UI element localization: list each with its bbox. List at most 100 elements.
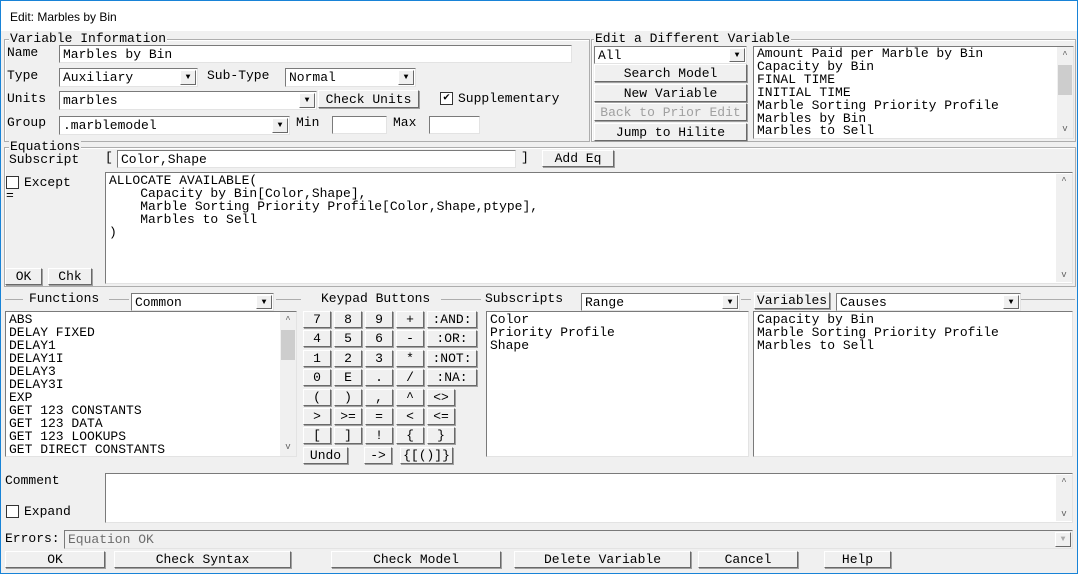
chevron-down-icon[interactable]: ▼ bbox=[180, 70, 196, 85]
scroll-thumb[interactable] bbox=[1058, 65, 1072, 95]
keypad-key[interactable]: 5 bbox=[334, 330, 362, 348]
keypad-key[interactable]: 4 bbox=[303, 330, 331, 348]
keypad-key[interactable]: :AND: bbox=[427, 311, 477, 328]
functions-category-select[interactable]: Common ▼ bbox=[131, 293, 274, 311]
units-input[interactable]: marbles ▼ bbox=[59, 91, 317, 110]
keypad-key[interactable]: 6 bbox=[365, 330, 393, 348]
chevron-down-icon[interactable]: ▼ bbox=[256, 295, 272, 309]
jump-to-hilite-button[interactable]: Jump to Hilite bbox=[594, 123, 747, 141]
keypad-key[interactable]: ) bbox=[334, 388, 362, 406]
keypad-key[interactable]: <= bbox=[427, 408, 455, 425]
chevron-down-icon[interactable]: ▼ bbox=[1003, 295, 1019, 309]
list-item[interactable]: Marbles to Sell bbox=[757, 339, 1069, 352]
keypad-key[interactable]: <> bbox=[427, 388, 455, 406]
check-model-button[interactable]: Check Model bbox=[331, 551, 501, 568]
arrow-button[interactable]: -> bbox=[364, 447, 392, 464]
scroll-up-icon[interactable]: ^ bbox=[1056, 176, 1072, 186]
new-variable-button[interactable]: New Variable bbox=[594, 84, 747, 102]
scroll-up-icon[interactable]: ^ bbox=[280, 314, 296, 327]
scroll-down-icon[interactable]: v bbox=[1057, 123, 1073, 136]
help-button[interactable]: Help bbox=[824, 551, 891, 568]
subscripts-mode-select[interactable]: Range ▼ bbox=[581, 293, 740, 311]
keypad-key[interactable]: E bbox=[334, 369, 362, 387]
keypad-key[interactable]: [ bbox=[303, 427, 331, 445]
subscript-input[interactable]: Color,Shape bbox=[117, 150, 516, 168]
name-input[interactable]: Marbles by Bin bbox=[59, 45, 572, 63]
back-to-prior-edit-button[interactable]: Back to Prior Edit bbox=[594, 103, 747, 121]
expand-checkbox[interactable] bbox=[6, 505, 19, 518]
keypad-key[interactable]: 0 bbox=[303, 369, 331, 387]
keypad-key[interactable]: :NOT: bbox=[427, 349, 477, 367]
chevron-down-icon[interactable]: ▼ bbox=[398, 70, 414, 85]
equation-ok-button[interactable]: OK bbox=[5, 268, 42, 285]
functions-list[interactable]: ABS DELAY FIXED DELAY1 DELAY1I DELAY3 DE… bbox=[5, 311, 297, 457]
variables-list[interactable]: Capacity by Bin Marble Sorting Priority … bbox=[753, 311, 1073, 457]
keypad-key[interactable]: >= bbox=[334, 408, 362, 425]
keypad-key[interactable]: / bbox=[396, 369, 424, 387]
keypad-key[interactable]: } bbox=[427, 427, 455, 445]
brackets-button[interactable]: {[()]} bbox=[400, 447, 453, 464]
keypad-key[interactable]: { bbox=[396, 427, 424, 445]
supplementary-checkbox[interactable]: ✔ bbox=[440, 92, 453, 105]
group-select[interactable]: .marblemodel ▼ bbox=[59, 116, 290, 135]
keypad-key[interactable]: 3 bbox=[365, 349, 393, 367]
list-item[interactable]: Shape bbox=[490, 339, 745, 352]
chevron-down-icon[interactable]: ▼ bbox=[299, 93, 315, 108]
keypad-key[interactable]: 7 bbox=[303, 311, 331, 328]
scroll-up-icon[interactable]: ^ bbox=[1057, 49, 1073, 62]
variables-mode-select[interactable]: Causes ▼ bbox=[836, 293, 1021, 311]
comment-scrollbar[interactable]: ^ v bbox=[1056, 475, 1072, 521]
type-select[interactable]: Auxiliary ▼ bbox=[59, 68, 198, 87]
comment-input[interactable] bbox=[105, 473, 1073, 523]
scrollbar[interactable]: ^ v bbox=[280, 312, 296, 456]
add-eq-button[interactable]: Add Eq bbox=[542, 150, 614, 167]
equation-editor[interactable]: ALLOCATE AVAILABLE( Capacity by Bin[Colo… bbox=[105, 172, 1073, 284]
max-input[interactable] bbox=[429, 116, 480, 134]
scroll-down-icon[interactable]: v bbox=[1056, 509, 1072, 519]
keypad-key[interactable]: , bbox=[365, 388, 393, 406]
scroll-down-icon[interactable]: v bbox=[280, 441, 296, 454]
ok-button[interactable]: OK bbox=[5, 551, 105, 568]
equation-chk-button[interactable]: Chk bbox=[48, 268, 92, 285]
variables-button[interactable]: Variables bbox=[754, 292, 830, 309]
chevron-down-icon[interactable]: ▼ bbox=[272, 118, 288, 133]
check-units-button[interactable]: Check Units bbox=[318, 90, 419, 108]
scroll-up-icon[interactable]: ^ bbox=[1056, 477, 1072, 487]
delete-variable-button[interactable]: Delete Variable bbox=[514, 551, 691, 568]
variable-filter-select[interactable]: All ▼ bbox=[594, 46, 747, 64]
chevron-down-icon[interactable]: ▼ bbox=[722, 295, 738, 309]
keypad-key[interactable]: ! bbox=[365, 427, 393, 445]
list-item[interactable]: DELAY3I bbox=[9, 378, 293, 391]
list-item[interactable]: GET DIRECT CONSTANTS bbox=[9, 443, 293, 456]
keypad-key[interactable]: < bbox=[396, 408, 424, 425]
search-model-button[interactable]: Search Model bbox=[594, 64, 747, 82]
chevron-down-icon[interactable]: ▼ bbox=[729, 48, 745, 62]
subtype-select[interactable]: Normal ▼ bbox=[285, 68, 416, 87]
cancel-button[interactable]: Cancel bbox=[698, 551, 798, 568]
keypad-key[interactable]: * bbox=[396, 349, 424, 367]
check-syntax-button[interactable]: Check Syntax bbox=[114, 551, 291, 568]
equation-scrollbar[interactable]: ^ v bbox=[1056, 174, 1072, 282]
keypad-key[interactable]: :NA: bbox=[427, 369, 477, 387]
keypad-key[interactable]: ] bbox=[334, 427, 362, 445]
scroll-down-icon[interactable]: v bbox=[1056, 270, 1072, 280]
list-item[interactable]: Marbles to Sell bbox=[757, 124, 1070, 138]
keypad-key[interactable]: ( bbox=[303, 388, 331, 406]
keypad-key[interactable]: 9 bbox=[365, 311, 393, 328]
min-input[interactable] bbox=[332, 116, 387, 134]
keypad-key[interactable]: . bbox=[365, 369, 393, 387]
keypad-key[interactable]: 2 bbox=[334, 349, 362, 367]
keypad-key[interactable]: > bbox=[303, 408, 331, 425]
scrollbar[interactable]: ^ v bbox=[1057, 47, 1073, 138]
keypad-key[interactable]: :OR: bbox=[427, 330, 477, 348]
variable-list[interactable]: Amount Paid per Marble by Bin Capacity b… bbox=[753, 46, 1074, 139]
scroll-thumb[interactable] bbox=[281, 330, 295, 360]
keypad-key[interactable]: + bbox=[396, 311, 424, 328]
undo-button[interactable]: Undo bbox=[303, 447, 348, 464]
keypad-key[interactable]: = bbox=[365, 408, 393, 425]
subscripts-list[interactable]: Color Priority Profile Shape bbox=[486, 311, 749, 457]
keypad-key[interactable]: ^ bbox=[396, 388, 424, 406]
keypad-key[interactable]: 1 bbox=[303, 349, 331, 367]
keypad-key[interactable]: 8 bbox=[334, 311, 362, 328]
keypad-key[interactable]: - bbox=[396, 330, 424, 348]
